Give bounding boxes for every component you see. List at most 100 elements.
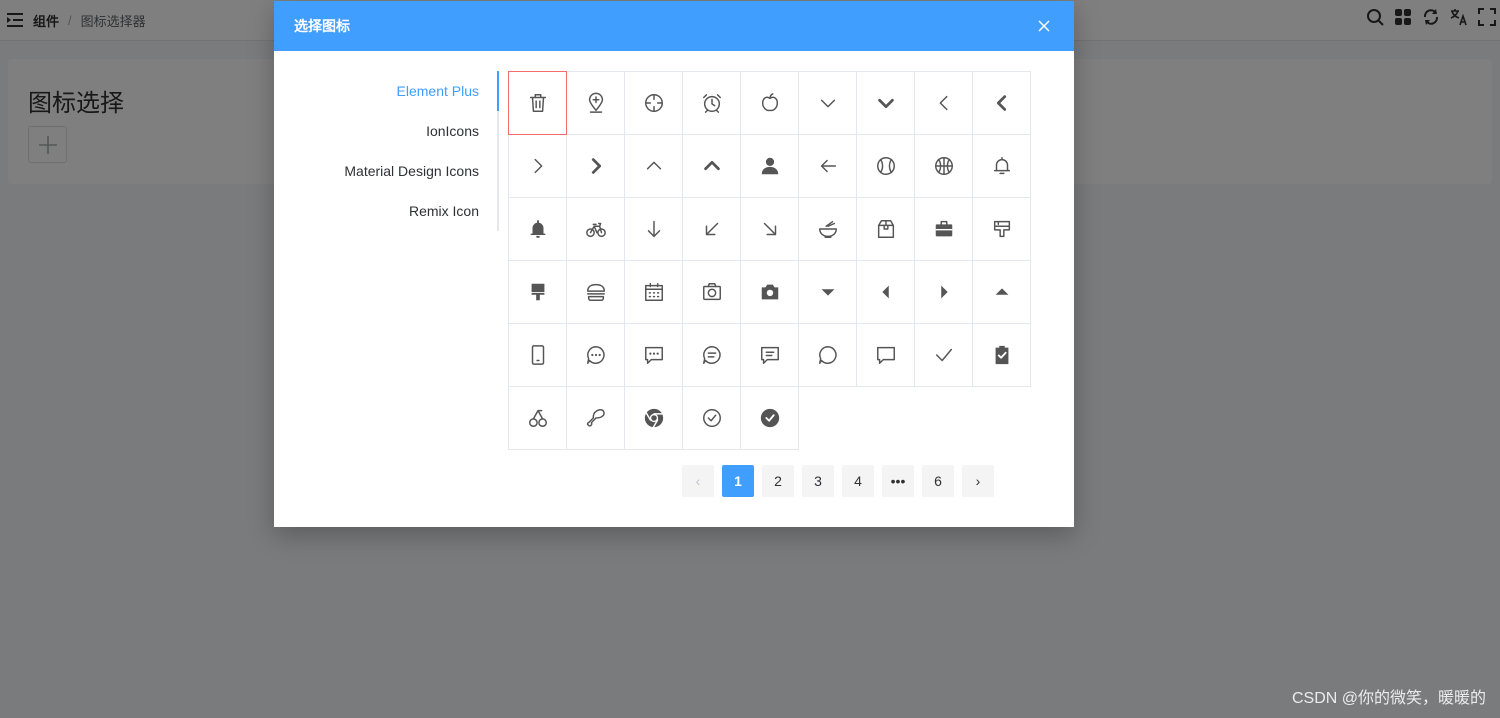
back-icon — [820, 159, 836, 173]
icon-cell[interactable] — [914, 260, 973, 324]
icon-cell[interactable] — [914, 197, 973, 261]
brush-icon — [993, 220, 1010, 238]
bicycle-icon — [585, 222, 606, 238]
prev-page-button[interactable]: ‹ — [682, 465, 714, 497]
icon-cell[interactable] — [856, 71, 915, 135]
icon-cell[interactable] — [914, 71, 973, 135]
box-icon — [877, 220, 894, 238]
chat-round-icon — [818, 346, 837, 364]
icon-cell[interactable] — [856, 197, 915, 261]
tab-ionicons[interactable]: IonIcons — [274, 111, 500, 151]
watermark-text: CSDN @你的微笑，暖暖的 — [1291, 690, 1486, 707]
aim-icon — [644, 94, 663, 112]
icon-cell[interactable] — [566, 323, 625, 387]
brush-filled-icon — [531, 283, 544, 301]
icon-cell[interactable] — [972, 71, 1031, 135]
page-3[interactable]: 3 — [802, 465, 834, 497]
chat-dot-square-icon — [644, 346, 663, 364]
icon-cell[interactable] — [856, 134, 915, 198]
icon-cell[interactable] — [624, 197, 683, 261]
icon-cell[interactable] — [508, 134, 567, 198]
arrow-right-icon — [534, 158, 542, 174]
camera-icon — [702, 283, 721, 301]
add-location-icon — [588, 92, 603, 113]
icon-cell[interactable] — [972, 260, 1031, 324]
icon-cell[interactable] — [682, 197, 741, 261]
icon-cell[interactable] — [682, 134, 741, 198]
icon-grid — [508, 71, 1031, 450]
alarm-clock-icon — [702, 94, 721, 113]
icon-cell[interactable] — [972, 323, 1031, 387]
page-1[interactable]: 1 — [722, 465, 754, 497]
chat-square-icon — [876, 346, 895, 364]
icon-cell[interactable] — [682, 71, 741, 135]
icon-cell[interactable] — [740, 71, 799, 135]
checked-icon — [995, 345, 1008, 365]
chat-line-square-icon — [760, 346, 779, 364]
bowl-icon — [818, 220, 837, 238]
icon-cell[interactable] — [740, 260, 799, 324]
camera-filled-icon — [761, 284, 778, 300]
icon-cell[interactable] — [682, 386, 741, 450]
icon-cell[interactable] — [798, 323, 857, 387]
icon-cell[interactable] — [740, 323, 799, 387]
burger-icon — [586, 283, 605, 301]
page-2[interactable]: 2 — [762, 465, 794, 497]
tab-remix-icon[interactable]: Remix Icon — [274, 191, 500, 231]
pagination: ‹ 1 2 3 4 ••• 6 › — [682, 465, 994, 497]
icon-cell[interactable] — [566, 71, 625, 135]
icon-cell[interactable] — [740, 197, 799, 261]
icon-cell[interactable] — [798, 71, 857, 135]
icon-cell[interactable] — [798, 134, 857, 198]
icon-cell[interactable] — [508, 71, 567, 135]
icon-cell[interactable] — [914, 134, 973, 198]
next-page-button[interactable]: › — [962, 465, 994, 497]
arrow-up-bold-icon — [703, 160, 720, 171]
icon-cell[interactable] — [740, 386, 799, 450]
icon-cell[interactable] — [624, 71, 683, 135]
avatar-icon — [761, 157, 778, 175]
icon-cell[interactable] — [972, 197, 1031, 261]
icon-cell[interactable] — [624, 134, 683, 198]
icon-cell[interactable] — [624, 386, 683, 450]
icon-cell[interactable] — [914, 323, 973, 387]
icon-cell[interactable] — [508, 323, 567, 387]
icon-picker-dialog: 选择图标 Element Plus IonIcons Material Desi… — [274, 1, 1074, 527]
icon-cell[interactable] — [508, 197, 567, 261]
apple-icon — [761, 93, 778, 112]
page-6[interactable]: 6 — [922, 465, 954, 497]
icon-cell[interactable] — [682, 260, 741, 324]
chat-dot-round-icon — [586, 346, 605, 364]
bottom-left-icon — [705, 222, 718, 236]
page-4[interactable]: 4 — [842, 465, 874, 497]
circle-check-filled-icon — [760, 408, 779, 428]
arrow-right-bold-icon — [591, 158, 601, 174]
icon-cell[interactable] — [566, 134, 625, 198]
icon-cell[interactable] — [508, 386, 567, 450]
dialog-title: 选择图标 — [294, 18, 350, 34]
icon-cell[interactable] — [624, 260, 683, 324]
icon-cell[interactable] — [740, 134, 799, 198]
icon-cell[interactable] — [972, 134, 1031, 198]
library-tabs: Element Plus IonIcons Material Design Ic… — [274, 71, 500, 231]
icon-cell[interactable] — [566, 260, 625, 324]
tab-material-design-icons[interactable]: Material Design Icons — [274, 151, 500, 191]
bell-icon — [993, 157, 1010, 175]
chat-line-round-icon — [702, 346, 721, 364]
close-icon[interactable] — [1034, 16, 1054, 36]
icon-cell[interactable] — [682, 323, 741, 387]
icon-cell[interactable] — [856, 323, 915, 387]
icon-cell[interactable] — [856, 260, 915, 324]
icon-cell[interactable] — [566, 386, 625, 450]
more-pages[interactable]: ••• — [882, 465, 914, 497]
baseball-icon — [876, 157, 895, 175]
icon-cell[interactable] — [624, 323, 683, 387]
briefcase-icon — [935, 220, 952, 237]
icon-cell[interactable] — [508, 260, 567, 324]
icon-cell[interactable] — [566, 197, 625, 261]
icon-cell[interactable] — [798, 260, 857, 324]
tab-element-plus[interactable]: Element Plus — [274, 71, 500, 111]
arrow-up-icon — [646, 161, 661, 170]
icon-cell[interactable] — [798, 197, 857, 261]
caret-left-icon — [881, 285, 889, 299]
